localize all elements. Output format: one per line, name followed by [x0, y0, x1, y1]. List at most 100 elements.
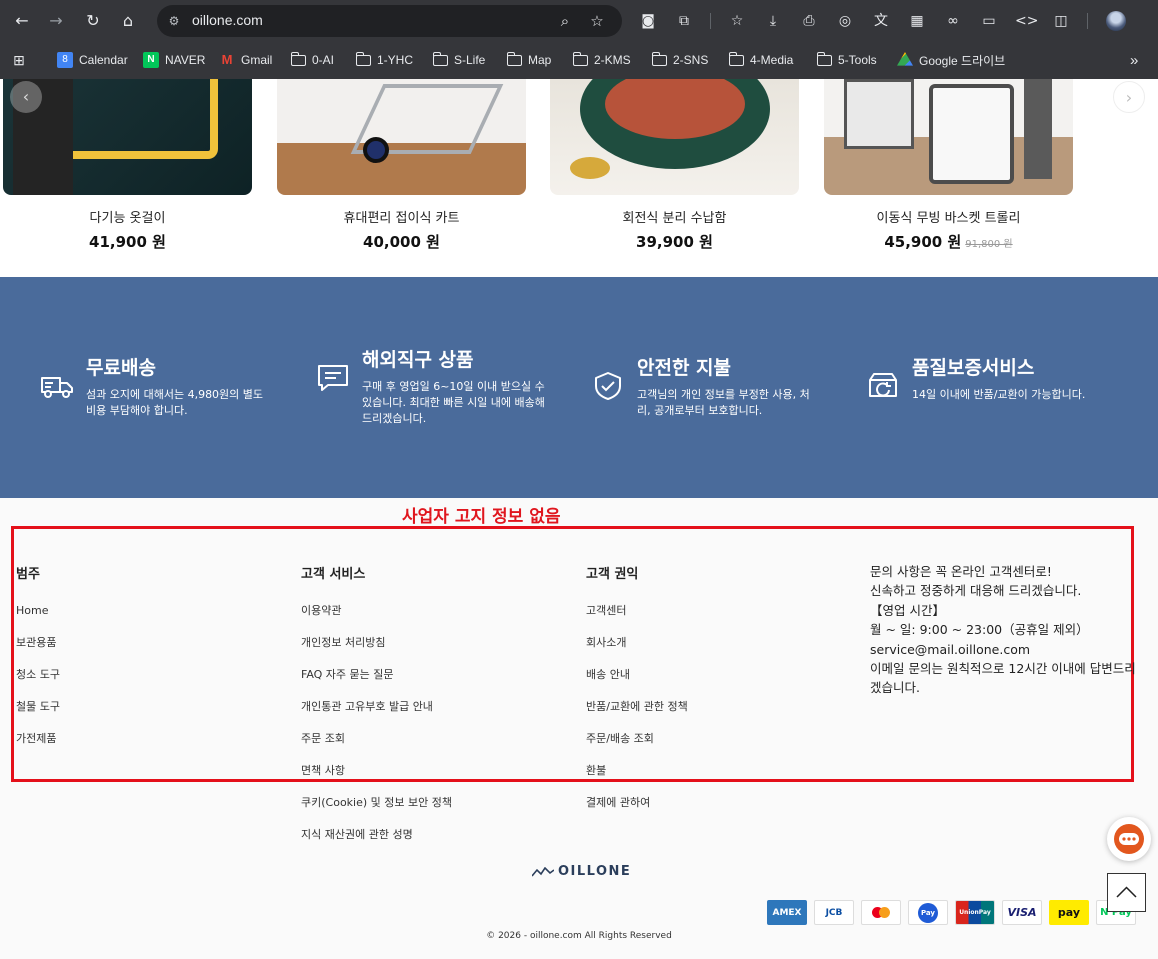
site-logo[interactable]: OILLONE [532, 864, 631, 879]
product-image[interactable] [550, 79, 799, 195]
feature-description: 섬과 오지에 대해서는 4,980원의 별도 비용 부담해야 합니다. [86, 388, 264, 417]
footer-link[interactable]: 고객센터 [586, 604, 688, 636]
pay-icon: Pay [908, 900, 948, 925]
carousel-prev-icon[interactable]: ‹ [10, 81, 42, 113]
bookmark-label: Google 드라이브 [919, 53, 1006, 68]
product-name[interactable]: 이동식 무빙 바스켓 트롤리 [824, 207, 1073, 226]
footer-link[interactable]: 개인통관 고유부호 발급 안내 [301, 700, 452, 732]
qr-code-icon[interactable]: ▦ [907, 11, 927, 31]
favorites-icon[interactable]: ☆ [727, 11, 747, 31]
footer-link[interactable]: 반품/교환에 관한 정책 [586, 700, 688, 732]
reload-icon[interactable]: ↻ [82, 10, 104, 32]
footer-link[interactable]: 환불 [586, 764, 688, 796]
forward-icon[interactable]: → [45, 10, 67, 32]
footer-link[interactable]: 지식 재산권에 관한 성명 [301, 828, 452, 860]
footer-link[interactable]: 보관용품 [16, 636, 60, 668]
footer-link[interactable]: 결제에 관하여 [586, 796, 688, 828]
pay-icon-label: Pay [918, 902, 938, 923]
footer-link[interactable]: 철물 도구 [16, 700, 60, 732]
footer-link[interactable]: 개인정보 처리방침 [301, 636, 452, 668]
contact-email[interactable]: service@mail.oillone.com [870, 640, 1140, 659]
bookmark-label: 1-YHC [377, 53, 414, 67]
extensions-icon[interactable]: ⧉ [674, 11, 694, 31]
feature-title: 안전한 지불 [637, 357, 732, 379]
product-name[interactable]: 휴대편리 접이식 카트 [277, 207, 526, 226]
address-bar[interactable]: ⚙ oillone.com ⌕ ☆ [157, 5, 622, 37]
lens-icon[interactable]: ◎ [835, 11, 855, 31]
carousel-next-icon[interactable]: › [1113, 81, 1145, 113]
bookmark-folder-5-tools[interactable]: 5-Tools [816, 50, 877, 70]
footer-link[interactable]: Home [16, 604, 60, 636]
bookmark-label: Map [528, 53, 552, 67]
copyright-text: © 2026 - oillone.com All Rights Reserved [486, 931, 672, 941]
footer-column-customer-rights: 고객 권익 고객센터 회사소개 배송 안내 반품/교환에 관한 정책 주문/배송… [586, 563, 688, 828]
link-icon[interactable]: ∞ [943, 11, 963, 31]
jcb-icon: JCB [814, 900, 854, 925]
product-card[interactable]: 휴대편리 접이식 카트 40,000 원 [277, 79, 526, 251]
side-panel-icon[interactable]: ◫ [1051, 11, 1071, 31]
calendar-icon: 8 [57, 52, 73, 68]
footer-link[interactable]: 쿠키(Cookie) 및 정보 보안 정책 [301, 796, 452, 828]
print-icon[interactable]: ⎙ [799, 11, 819, 31]
bookmark-label: 5-Tools [838, 53, 877, 67]
back-icon[interactable]: ← [11, 10, 33, 32]
bookmark-folder-1-yhc[interactable]: 1-YHC [355, 50, 414, 70]
footer-link[interactable]: 주문/배송 조회 [586, 732, 688, 764]
site-info-icon[interactable]: ⚙ [165, 12, 183, 30]
zoom-icon[interactable]: ⌕ [556, 12, 574, 30]
footer-column-categories: 범주 Home 보관용품 청소 도구 철물 도구 가전제품 [16, 563, 60, 764]
bookmark-label: NAVER [165, 53, 206, 67]
footer-link[interactable]: 배송 안내 [586, 668, 688, 700]
bookmark-calendar[interactable]: 8 Calendar [57, 50, 128, 70]
product-card[interactable]: 이동식 무빙 바스켓 트롤리 45,900 원 91,800 원 [824, 79, 1073, 251]
folder-icon [816, 51, 832, 66]
bookmark-label: Calendar [79, 53, 128, 67]
footer-link[interactable]: 청소 도구 [16, 668, 60, 700]
profile-avatar[interactable] [1106, 11, 1126, 31]
download-icon[interactable]: ⤓ [763, 11, 783, 31]
gmail-icon: M [221, 52, 233, 67]
product-price: 40,000 원 [277, 231, 526, 252]
product-name[interactable]: 다기능 옷걸이 [3, 207, 252, 226]
footer-link[interactable]: 가전제품 [16, 732, 60, 764]
contact-line: 문의 사항은 꼭 온라인 고객센터로! [870, 564, 1052, 579]
bookmark-folder-s-life[interactable]: S-Life [432, 50, 485, 70]
bookmark-naver[interactable]: N NAVER [143, 50, 205, 70]
product-image[interactable] [824, 79, 1073, 195]
folder-icon [432, 51, 448, 66]
devtools-icon[interactable]: <> [1015, 11, 1038, 31]
bookmark-folder-2-sns[interactable]: 2-SNS [651, 50, 708, 70]
url-text[interactable]: oillone.com [192, 12, 263, 28]
contact-line: 이메일 문의는 원칙적으로 12시간 이내에 답변드리겠습니다. [870, 661, 1136, 696]
footer-link[interactable]: 이용약관 [301, 604, 452, 636]
folder-icon [290, 51, 306, 66]
bookmark-google-drive[interactable]: Google 드라이브 [897, 50, 1005, 70]
chat-button[interactable] [1107, 817, 1151, 861]
translate-icon[interactable]: 文 [871, 11, 891, 31]
bookmark-star-icon[interactable]: ☆ [588, 12, 606, 30]
bookmark-folder-0-ai[interactable]: 0-AI [290, 50, 334, 70]
bookmark-folder-4-media[interactable]: 4-Media [728, 50, 793, 70]
logo-mark-icon [532, 866, 554, 877]
bookmark-folder-2-kms[interactable]: 2-KMS [572, 50, 631, 70]
payment-methods: AMEX JCB Pay UnionPay VISA pay N Pay [767, 900, 1136, 925]
bookmark-folder-map[interactable]: Map [506, 50, 552, 70]
footer-link[interactable]: FAQ 자주 묻는 질문 [301, 668, 452, 700]
product-image[interactable] [277, 79, 526, 195]
footer-link[interactable]: 주문 조회 [301, 732, 452, 764]
browser-chrome: ← → ↻ ⌂ ⚙ oillone.com ⌕ ☆ ◙ ⧉ ☆ ⤓ ⎙ ◎ 文 … [0, 0, 1158, 79]
product-price: 41,900 원 [3, 231, 252, 252]
product-card[interactable]: 회전식 분리 수납함 39,900 원 [550, 79, 799, 251]
footer-link[interactable]: 회사소개 [586, 636, 688, 668]
apps-grid-icon[interactable]: ⊞ [11, 50, 27, 70]
device-icon[interactable]: ▭ [979, 11, 999, 31]
web-page: 다기능 옷걸이 41,900 원 휴대편리 접이식 카트 40,000 원 회전… [0, 79, 1158, 959]
footer-link[interactable]: 면책 사항 [301, 764, 452, 796]
more-bookmarks-icon[interactable]: » [1130, 50, 1138, 70]
product-name[interactable]: 회전식 분리 수납함 [550, 207, 799, 226]
screenshot-icon[interactable]: ◙ [638, 11, 658, 31]
scroll-to-top-button[interactable] [1107, 873, 1146, 912]
home-icon[interactable]: ⌂ [117, 10, 139, 32]
naver-icon: N [143, 52, 159, 68]
bookmark-gmail[interactable]: M Gmail [219, 50, 273, 70]
